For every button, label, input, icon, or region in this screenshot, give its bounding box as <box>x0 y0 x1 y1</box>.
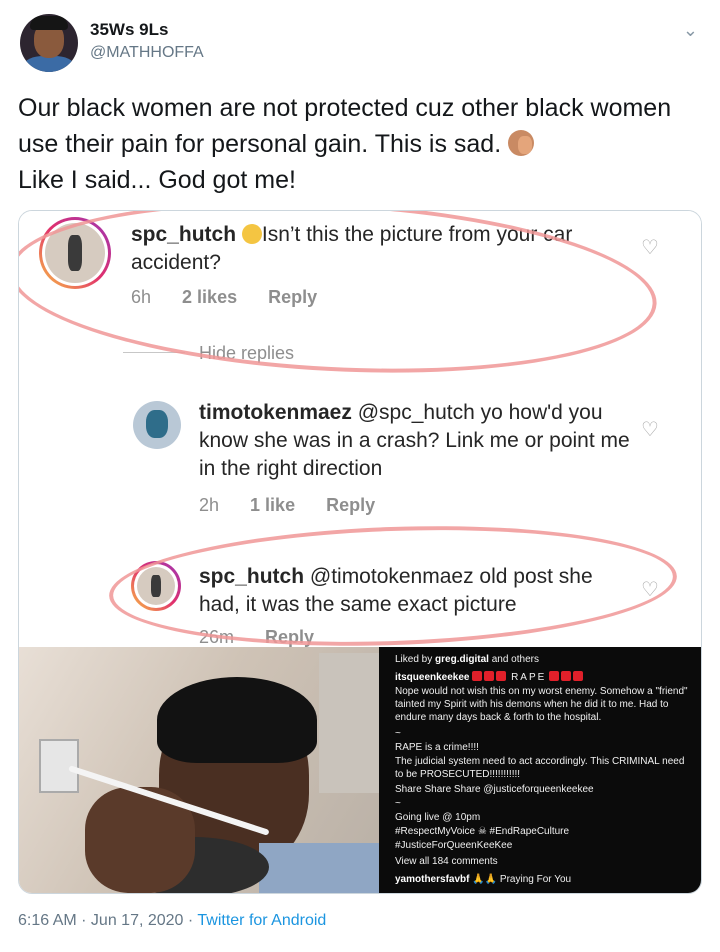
comment-3: spc_hutch @timotokenmaez old post she ha… <box>199 563 639 619</box>
comment-1-reply[interactable]: Reply <box>268 287 317 307</box>
comment-1-meta: 6h 2 likes Reply <box>131 287 343 308</box>
view-all-comments[interactable]: View all 184 comments <box>395 855 695 868</box>
comment-2-user: timotokenmaez <box>199 401 352 424</box>
author-name[interactable]: 35Ws 9Ls <box>90 20 168 40</box>
caption-line-7: #JusticeForQueenKeeKee <box>395 840 513 851</box>
tweet-footer: 6:16 AM · Jun 17, 2020 · Twitter for And… <box>18 912 326 930</box>
hide-replies[interactable]: Hide replies <box>123 343 294 364</box>
comment-3-meta: 26m Reply <box>199 627 340 648</box>
poster-username[interactable]: itsqueenkeekee <box>395 672 470 683</box>
comment-2-time: 2h <box>199 495 220 515</box>
red-box-icon <box>573 671 584 681</box>
commenter-avatar-timotokenmaez <box>133 401 181 449</box>
hospital-photo: Liked by greg.digital and others itsquee… <box>19 647 701 893</box>
instagram-caption-panel: Liked by greg.digital and others itsquee… <box>379 647 701 893</box>
caption-line-6: #RespectMyVoice ☠ #EndRapeCulture <box>395 826 570 837</box>
liked-by-user[interactable]: greg.digital <box>435 654 489 665</box>
caption-line-2: RAPE is a crime!!!! <box>395 742 479 753</box>
liked-by-prefix: Liked by <box>395 654 433 665</box>
red-box-icon <box>472 671 483 681</box>
tweet-timestamp[interactable]: 6:16 AM · Jun 17, 2020 · <box>18 912 197 929</box>
comment-1: spc_hutch Isn’t this the picture from yo… <box>131 221 631 277</box>
comment-2-meta: 2h 1 like Reply <box>199 495 401 516</box>
caption-line-3: The judicial system need to act accordin… <box>395 756 685 780</box>
tweet-source[interactable]: Twitter for Android <box>197 912 326 929</box>
tweet-header: 35Ws 9Ls @MATHHOFFA ⌄ <box>20 14 700 74</box>
author-handle[interactable]: @MATHHOFFA <box>90 44 204 62</box>
comment-1-likes[interactable]: 2 likes <box>182 287 237 307</box>
red-box-icon <box>561 671 572 681</box>
insta-comment: yamothersfavbf 🙏🙏 Praying For You <box>395 873 695 886</box>
author-avatar[interactable] <box>20 14 78 72</box>
liked-by: Liked by greg.digital and others <box>395 653 695 666</box>
caption-tilde-2: ~ <box>395 798 401 809</box>
insta-comment-text: 🙏🙏 Praying For You <box>472 874 572 885</box>
heart-icon[interactable]: ♡ <box>641 417 659 442</box>
insta-commenter[interactable]: yamothersfavbf <box>395 874 469 885</box>
comment-2-likes[interactable]: 1 like <box>250 495 295 515</box>
commenter-avatar-spc-hutch-2 <box>131 561 181 611</box>
red-box-icon <box>549 671 560 681</box>
caption-rape-word: RAPE <box>511 672 547 683</box>
liked-by-suffix: and others <box>491 654 539 665</box>
comment-2-reply[interactable]: Reply <box>326 495 375 515</box>
facepalm-emoji-icon <box>508 130 535 156</box>
thinking-emoji-icon <box>241 224 262 244</box>
tweet-text: Our black women are not protected cuz ot… <box>18 90 708 198</box>
tweet-image[interactable]: spc_hutch Isn’t this the picture from yo… <box>18 210 702 894</box>
red-box-icon <box>484 671 495 681</box>
heart-icon[interactable]: ♡ <box>641 235 659 260</box>
comment-3-user: spc_hutch <box>199 565 305 588</box>
comment-2: timotokenmaez @spc_hutch yo how'd you kn… <box>199 399 639 483</box>
caption-line-4: Share Share Share @justiceforqueenkeekee <box>395 784 594 795</box>
caption-tilde-1: ~ <box>395 728 401 739</box>
red-box-icon <box>496 671 507 681</box>
comment-1-user: spc_hutch <box>131 223 237 246</box>
caption-line-1: Nope would not wish this on my worst ene… <box>395 686 688 723</box>
caption-line-5: Going live @ 10pm <box>395 812 481 823</box>
comment-3-time: 26m <box>199 627 235 647</box>
chevron-down-icon[interactable]: ⌄ <box>683 20 698 41</box>
instagram-comments-screenshot: spc_hutch Isn’t this the picture from yo… <box>19 211 701 655</box>
caption-header: itsqueenkeekee RAPE <box>395 671 695 684</box>
tweet-text-main: Our black women are not protected cuz ot… <box>18 94 672 158</box>
comment-1-time: 6h <box>131 287 152 307</box>
comment-3-reply[interactable]: Reply <box>265 627 314 647</box>
tweet-text-second: Like I said... God got me! <box>18 166 296 194</box>
heart-icon[interactable]: ♡ <box>641 577 659 602</box>
commenter-avatar-spc-hutch <box>39 217 111 289</box>
selfie-image <box>19 647 379 893</box>
